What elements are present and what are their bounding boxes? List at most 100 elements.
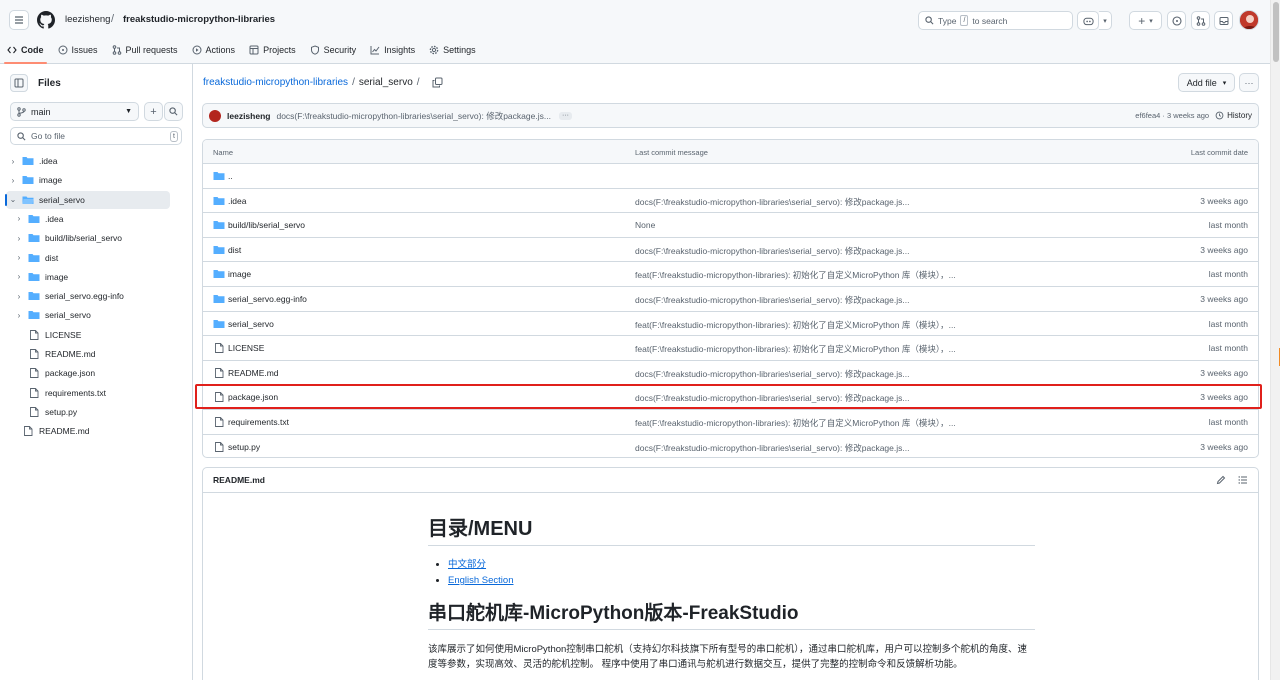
table-row[interactable]: README.md docs(F:\freakstudio-micropython… <box>203 361 1258 386</box>
row-commit-message[interactable]: docs(F:\freakstudio-micropython-librarie… <box>635 245 909 257</box>
tab-issues[interactable]: Issues <box>51 40 105 60</box>
hamburger-menu-button[interactable] <box>9 10 29 30</box>
commit-expand-button[interactable]: ··· <box>558 111 572 120</box>
commit-author-avatar[interactable] <box>209 109 221 122</box>
tree-item[interactable]: package.json <box>14 364 175 382</box>
tree-item[interactable]: › image <box>8 171 175 189</box>
chevron-down-icon[interactable]: ⌄ <box>8 195 18 204</box>
chevron-right-icon[interactable]: › <box>14 253 24 262</box>
row-commit-message[interactable]: feat(F:\freakstudio-micropython-librarie… <box>635 319 956 331</box>
table-row[interactable]: dist docs(F:\freakstudio-micropython-libr… <box>203 238 1258 263</box>
tab-projects[interactable]: Projects <box>242 40 303 60</box>
chevron-right-icon[interactable]: › <box>14 214 24 223</box>
tab-settings[interactable]: Settings <box>422 40 483 60</box>
global-search-input[interactable]: Type / to search <box>918 11 1073 30</box>
user-avatar[interactable] <box>1239 10 1259 30</box>
row-name-link[interactable]: README.md <box>228 368 279 378</box>
breadcrumb-owner-link[interactable]: leezisheng <box>65 14 110 25</box>
commit-author[interactable]: leezisheng <box>227 111 270 121</box>
commit-hash-time[interactable]: ef6fea4 · 3 weeks ago <box>1135 111 1209 120</box>
copilot-dropdown-button[interactable]: ▾ <box>1099 11 1112 30</box>
row-name-link[interactable]: serial_servo <box>228 319 274 329</box>
chevron-right-icon[interactable]: › <box>14 311 24 320</box>
branch-selector[interactable]: main ▼ <box>10 102 139 121</box>
row-name-link[interactable]: requirements.txt <box>228 417 289 427</box>
page-scrollbar[interactable] <box>1270 0 1280 680</box>
tree-item[interactable]: › serial_servo.egg-info <box>14 287 175 305</box>
tree-item[interactable]: README.md <box>8 422 175 440</box>
tab-code[interactable]: Code <box>0 40 51 64</box>
add-file-sidebar-button[interactable]: + <box>144 102 163 121</box>
table-row[interactable]: serial_servo feat(F:\freakstudio-micropyt… <box>203 312 1258 337</box>
create-new-button[interactable]: + ▾ <box>1129 11 1162 30</box>
table-row[interactable]: build/lib/serial_servo None last month <box>203 213 1258 238</box>
tab-actions[interactable]: Actions <box>185 40 243 60</box>
copy-path-icon[interactable] <box>432 77 443 88</box>
chevron-right-icon[interactable]: › <box>14 234 24 243</box>
issues-button[interactable] <box>1167 11 1186 30</box>
pencil-icon[interactable] <box>1216 475 1226 485</box>
row-name-link[interactable]: build/lib/serial_servo <box>228 220 305 230</box>
table-row[interactable]: package.json docs(F:\freakstudio-micropyt… <box>203 385 1258 410</box>
table-row[interactable]: image feat(F:\freakstudio-micropython-lib… <box>203 262 1258 287</box>
collapse-sidebar-button[interactable] <box>10 74 28 92</box>
row-commit-message[interactable]: docs(F:\freakstudio-micropython-librarie… <box>635 196 909 208</box>
tree-item[interactable]: › image <box>14 268 175 286</box>
table-row[interactable]: .idea docs(F:\freakstudio-micropython-lib… <box>203 189 1258 214</box>
row-name-link[interactable]: LICENSE <box>228 343 264 353</box>
path-repo-link[interactable]: freakstudio-micropython-libraries <box>203 77 348 88</box>
table-row[interactable]: LICENSE feat(F:\freakstudio-micropython-l… <box>203 336 1258 361</box>
github-logo-icon[interactable] <box>37 11 55 29</box>
tree-item[interactable]: ⌄ serial_servo <box>5 190 170 209</box>
row-commit-message[interactable]: docs(F:\freakstudio-micropython-librarie… <box>635 442 909 454</box>
toc-link-english[interactable]: English Section <box>448 575 513 586</box>
row-commit-message[interactable]: feat(F:\freakstudio-micropython-librarie… <box>635 343 956 355</box>
row-name-link[interactable]: dist <box>228 245 241 255</box>
go-to-file-input[interactable]: Go to file t <box>10 127 182 145</box>
tree-item[interactable]: › dist <box>14 249 175 267</box>
tree-item[interactable]: › .idea <box>8 152 175 170</box>
tree-item[interactable]: setup.py <box>14 403 175 421</box>
scrollbar-thumb[interactable] <box>1273 2 1279 62</box>
tree-item[interactable]: LICENSE <box>14 326 175 344</box>
tree-item[interactable]: › build/lib/serial_servo <box>14 229 175 247</box>
search-files-button[interactable] <box>164 102 183 121</box>
table-row[interactable]: .. <box>203 164 1258 189</box>
tree-item[interactable]: › serial_servo <box>14 306 175 324</box>
row-name-link[interactable]: setup.py <box>228 442 260 452</box>
row-commit-message[interactable]: feat(F:\freakstudio-micropython-librarie… <box>635 417 956 429</box>
table-row[interactable]: setup.py docs(F:\freakstudio-micropython-… <box>203 435 1258 457</box>
tree-item[interactable]: README.md <box>14 345 175 363</box>
table-row[interactable]: serial_servo.egg-info docs(F:\freakstudio… <box>203 287 1258 312</box>
tab-pull-requests[interactable]: Pull requests <box>105 40 185 60</box>
history-button[interactable]: History <box>1215 111 1252 120</box>
row-commit-message[interactable]: docs(F:\freakstudio-micropython-librarie… <box>635 294 909 306</box>
list-outline-icon[interactable] <box>1238 475 1248 485</box>
row-name-link[interactable]: .idea <box>228 196 246 206</box>
row-name-link[interactable]: serial_servo.egg-info <box>228 294 307 304</box>
tree-item[interactable]: requirements.txt <box>14 384 175 402</box>
row-commit-message[interactable]: None <box>635 220 655 230</box>
chevron-right-icon[interactable]: › <box>8 157 18 166</box>
row-name-link[interactable]: image <box>228 269 251 279</box>
tree-item[interactable]: › .idea <box>14 210 175 228</box>
row-commit-message[interactable]: feat(F:\freakstudio-micropython-librarie… <box>635 269 956 281</box>
readme-filename[interactable]: README.md <box>213 475 265 485</box>
tab-security[interactable]: Security <box>303 40 364 60</box>
chevron-right-icon[interactable]: › <box>14 272 24 281</box>
breadcrumb-repo-link[interactable]: freakstudio-micropython-libraries <box>123 14 275 25</box>
chevron-right-icon[interactable]: › <box>14 292 24 301</box>
row-name-link[interactable]: package.json <box>228 392 278 402</box>
row-commit-message[interactable]: docs(F:\freakstudio-micropython-librarie… <box>635 368 909 380</box>
row-name-link[interactable]: .. <box>228 171 233 181</box>
tab-insights[interactable]: Insights <box>363 40 422 60</box>
notifications-button[interactable] <box>1214 11 1233 30</box>
more-options-button[interactable]: ··· <box>1239 73 1259 92</box>
commit-message[interactable]: docs(F:\freakstudio-micropython-librarie… <box>276 110 550 122</box>
toc-link-chinese[interactable]: 中文部分 <box>448 559 486 570</box>
chevron-right-icon[interactable]: › <box>8 176 18 185</box>
row-commit-message[interactable]: docs(F:\freakstudio-micropython-librarie… <box>635 392 909 404</box>
add-file-button[interactable]: Add file ▾ <box>1178 73 1235 92</box>
table-row[interactable]: requirements.txt feat(F:\freakstudio-micr… <box>203 410 1258 435</box>
copilot-button[interactable] <box>1077 11 1099 30</box>
